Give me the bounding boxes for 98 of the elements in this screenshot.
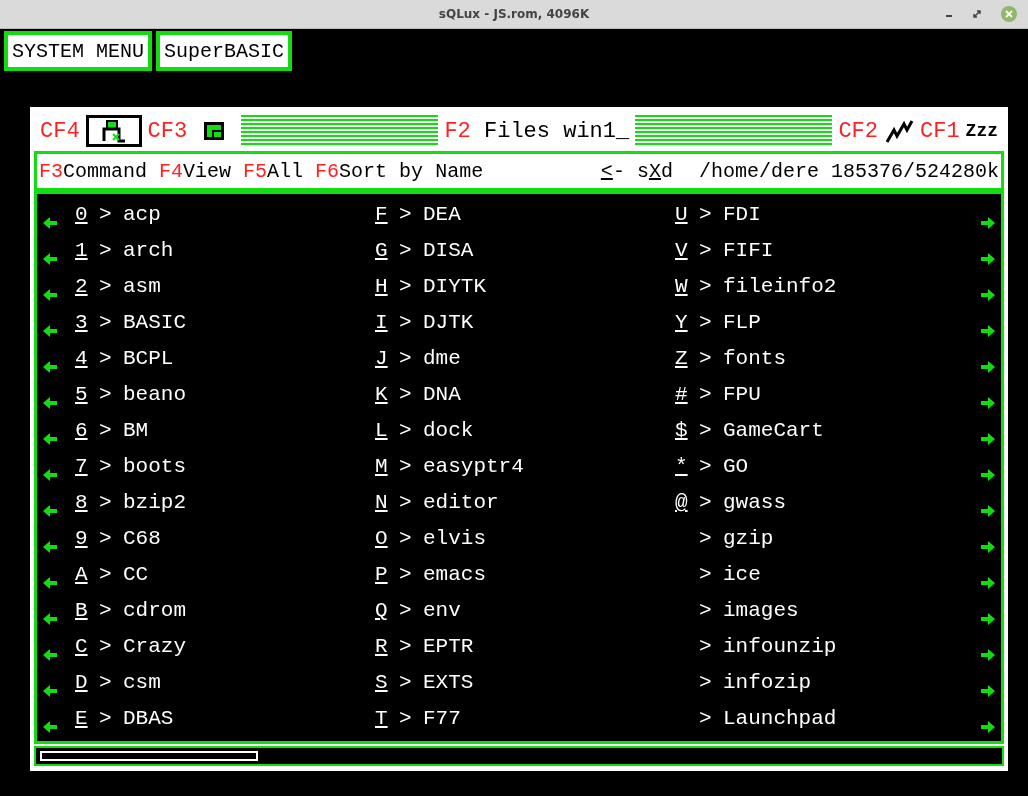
left-arrow-icon[interactable]	[43, 720, 57, 734]
menu-button[interactable]: SuperBASIC	[156, 31, 293, 71]
command-button[interactable]: F4View	[159, 159, 232, 183]
left-arrow-icon[interactable]	[43, 684, 57, 698]
window-move-icon[interactable]	[85, 115, 142, 147]
right-arrow-icon[interactable]	[981, 648, 995, 662]
directory-entry[interactable]: R > EPTR	[375, 632, 675, 668]
directory-entry[interactable]: 7 > boots	[75, 452, 375, 488]
directory-entry[interactable]: C > Crazy	[75, 632, 375, 668]
directory-entry[interactable]: 3 > BASIC	[75, 308, 375, 344]
directory-entry[interactable]: Z > fonts	[675, 344, 975, 380]
directory-entry[interactable]: 9 > C68	[75, 524, 375, 560]
left-arrow-icon[interactable]	[43, 612, 57, 626]
directory-entry[interactable]: A > CC	[75, 560, 375, 596]
disk-space: 185376/524280k	[830, 159, 999, 183]
shortcut-label: CF2	[838, 118, 878, 144]
directory-entry[interactable]: K > DNA	[375, 380, 675, 416]
directory-entry[interactable]: J > dme	[375, 344, 675, 380]
directory-entry[interactable]: 6 > BM	[75, 416, 375, 452]
left-arrow-icon[interactable]	[43, 324, 57, 338]
lightning-icon[interactable]	[884, 118, 914, 144]
right-arrow-icon[interactable]	[981, 684, 995, 698]
directory-entry[interactable]: 1 > arch	[75, 236, 375, 272]
left-arrow-icon[interactable]	[43, 216, 57, 230]
window-resize-icon[interactable]	[203, 121, 226, 141]
right-arrow-icon[interactable]	[981, 396, 995, 410]
directory-entry[interactable]: I > DJTK	[375, 308, 675, 344]
directory-entry[interactable]: Q > env	[375, 596, 675, 632]
directory-entry[interactable]: B > cdrom	[75, 596, 375, 632]
right-arrow-icon[interactable]	[981, 216, 995, 230]
horizontal-scrollbar[interactable]	[34, 746, 1004, 766]
left-arrow-icon[interactable]	[43, 468, 57, 482]
left-arrow-icon[interactable]	[43, 648, 57, 662]
directory-entry[interactable]: Y > FLP	[675, 308, 975, 344]
directory-entry[interactable]: L > dock	[375, 416, 675, 452]
directory-entry[interactable]: * > GO	[675, 452, 975, 488]
directory-entry[interactable]: O > elvis	[375, 524, 675, 560]
directory-entry[interactable]: M > easyptr4	[375, 452, 675, 488]
directory-entry[interactable]: 2 > asm	[75, 272, 375, 308]
left-arrow-icon[interactable]	[43, 396, 57, 410]
directory-entry[interactable]: S > EXTS	[375, 668, 675, 704]
right-arrow-icon[interactable]	[981, 360, 995, 374]
right-arrow-icon[interactable]	[981, 504, 995, 518]
command-button[interactable]: F3Command	[39, 159, 148, 183]
menu-button[interactable]: SYSTEM MENU	[4, 31, 153, 71]
sleep-button[interactable]: Zzz	[965, 121, 998, 141]
directory-entry[interactable]: > ice	[675, 560, 975, 596]
directory-entry[interactable]: > infozip	[675, 668, 975, 704]
right-arrow-icon[interactable]	[981, 288, 995, 302]
directory-entry[interactable]: 0 > acp	[75, 200, 375, 236]
directory-entry[interactable]: > images	[675, 596, 975, 632]
right-arrow-icon[interactable]	[981, 468, 995, 482]
directory-entry[interactable]: > gzip	[675, 524, 975, 560]
left-arrow-icon[interactable]	[43, 288, 57, 302]
directory-entry[interactable]: D > csm	[75, 668, 375, 704]
left-arrow-icon[interactable]	[43, 504, 57, 518]
command-button[interactable]: F6Sort by Name	[315, 159, 484, 183]
right-arrow-icon[interactable]	[981, 432, 995, 446]
right-arrow-icon[interactable]	[981, 576, 995, 590]
left-arrow-icon[interactable]	[43, 360, 57, 374]
command-button[interactable]: F5All	[243, 159, 304, 183]
left-arrow-icon[interactable]	[43, 252, 57, 266]
left-arrow-icon[interactable]	[43, 432, 57, 446]
directory-entry[interactable]: # > FPU	[675, 380, 975, 416]
directory-entry[interactable]: W > fileinfo2	[675, 272, 975, 308]
left-arrow-icon[interactable]	[43, 576, 57, 590]
directory-path: /home/dere	[698, 159, 819, 183]
shortcut-label: CF4	[40, 118, 80, 144]
directory-entry[interactable]: 4 > BCPL	[75, 344, 375, 380]
shortcut-label: CF1	[920, 118, 960, 144]
directory-entry[interactable]: H > DIYTK	[375, 272, 675, 308]
left-arrow-icon[interactable]	[43, 540, 57, 554]
right-arrow-icon[interactable]	[981, 612, 995, 626]
directory-entry[interactable]: 8 > bzip2	[75, 488, 375, 524]
scrollbar-thumb[interactable]	[40, 751, 258, 761]
restore-icon[interactable]	[972, 9, 982, 19]
directory-entry[interactable]: V > FIFI	[675, 236, 975, 272]
directory-entry[interactable]: > Launchpad	[675, 704, 975, 740]
right-arrow-icon[interactable]	[981, 720, 995, 734]
sxd-button[interactable]: sXd	[636, 159, 673, 183]
directory-entry[interactable]: $ > GameCart	[675, 416, 975, 452]
directory-entry[interactable]: T > F77	[375, 704, 675, 740]
right-arrow-icon[interactable]	[981, 324, 995, 338]
right-arrow-icon[interactable]	[981, 252, 995, 266]
window-title: sQLux - JS.rom, 4096K	[438, 7, 590, 21]
directory-entry[interactable]: G > DISA	[375, 236, 675, 272]
directory-entry[interactable]: U > FDI	[675, 200, 975, 236]
directory-entry[interactable]: N > editor	[375, 488, 675, 524]
directory-entry[interactable]: F > DEA	[375, 200, 675, 236]
parent-dir-button[interactable]: <-	[600, 159, 625, 183]
directory-entry[interactable]: @ > gwass	[675, 488, 975, 524]
directory-entry[interactable]: 5 > beano	[75, 380, 375, 416]
directory-entry[interactable]: E > DBAS	[75, 704, 375, 740]
right-arrow-icon[interactable]	[981, 540, 995, 554]
directory-entry[interactable]: > infounzip	[675, 632, 975, 668]
shortcut-label: CF3	[147, 118, 188, 144]
directory-entry[interactable]: P > emacs	[375, 560, 675, 596]
window-title: F2 Files win1_	[444, 118, 630, 144]
